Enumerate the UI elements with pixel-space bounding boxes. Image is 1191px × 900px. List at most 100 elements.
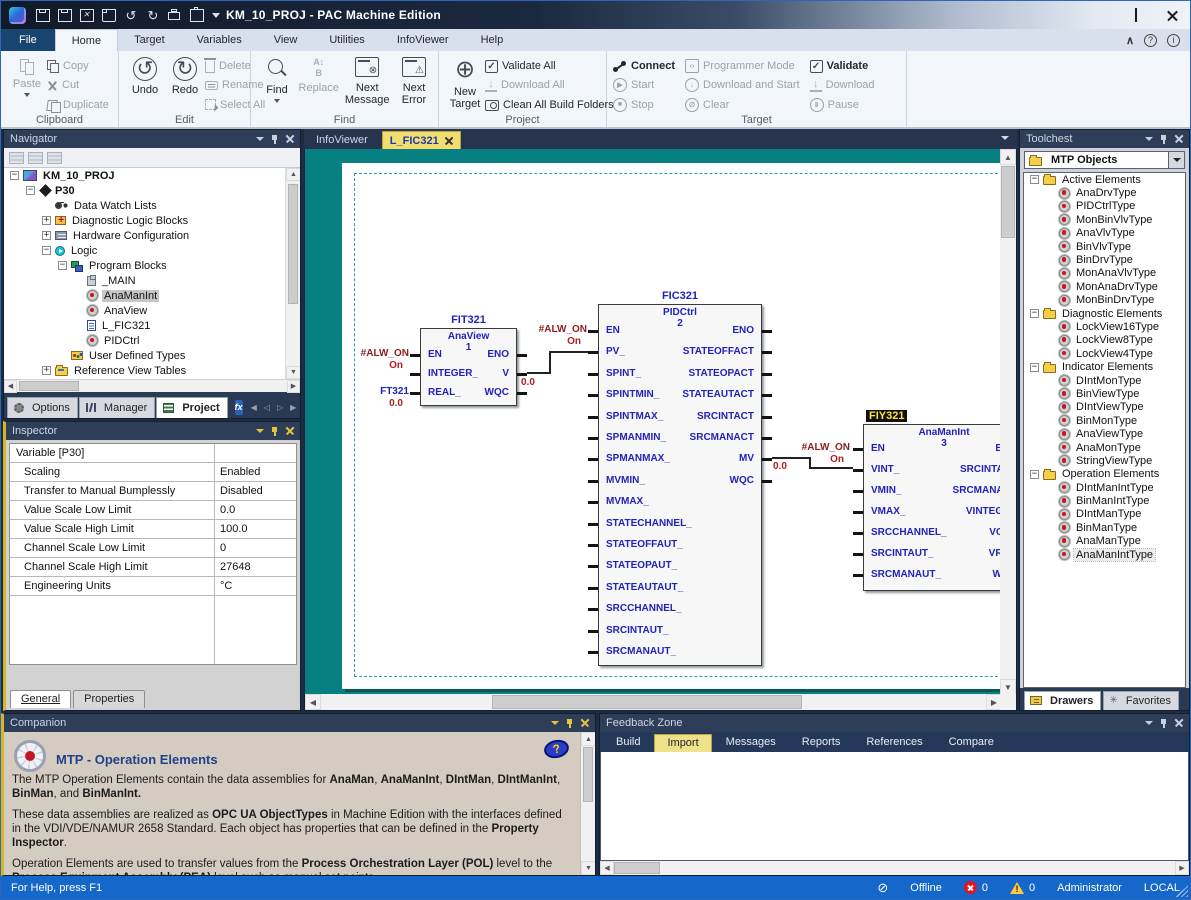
nav-prev-icon[interactable]: ◁: [264, 403, 270, 412]
tab-target[interactable]: Target: [118, 29, 181, 51]
tree-item[interactable]: − P30: [4, 183, 285, 198]
tree-item[interactable]: DIntManIntType: [1024, 481, 1185, 494]
tree-expand-toggle[interactable]: +: [42, 366, 51, 375]
nav-first-icon[interactable]: ◀: [251, 403, 257, 412]
pin-stateoffact[interactable]: STATEOFFACT: [683, 346, 773, 358]
companion-vscrollbar[interactable]: ▲ ▼: [580, 732, 595, 875]
open-project-icon[interactable]: [101, 8, 117, 23]
panel-menu-icon[interactable]: [256, 429, 264, 433]
tree-item[interactable]: BinManType: [1024, 521, 1185, 534]
pin-stateopact[interactable]: STATEOPACT: [688, 368, 772, 380]
pin-eno[interactable]: ENO: [732, 325, 772, 337]
tree-item[interactable]: DIntManType: [1024, 508, 1185, 521]
scroll-thumb[interactable]: [1001, 166, 1015, 238]
close-button[interactable]: [1154, 1, 1190, 29]
tree-expand-toggle[interactable]: +: [42, 231, 51, 240]
find-button[interactable]: Find: [257, 55, 297, 113]
tree-item[interactable]: LockView4Type: [1024, 347, 1185, 360]
pin-icon[interactable]: [271, 426, 279, 436]
tree-item[interactable]: BinVlvType: [1024, 240, 1185, 253]
collapse-ribbon-icon[interactable]: ∧: [1126, 34, 1134, 47]
feedback-tab-build[interactable]: Build: [604, 734, 652, 752]
fiy321-block[interactable]: AnaManInt 3 EN VINT_ VMIN_ VMAX_ SRCCHANNEL_ SR…: [852, 424, 1016, 591]
tree-item[interactable]: BinManIntType: [1024, 494, 1185, 507]
pin-srcintact[interactable]: SRCINTACT: [697, 411, 773, 423]
nav-next-icon[interactable]: ▷: [277, 403, 283, 412]
cut-button[interactable]: Cut: [47, 77, 109, 93]
tree-item[interactable]: MonBinVlvType: [1024, 213, 1185, 226]
tab-favorites[interactable]: ✳ Favorites: [1103, 691, 1180, 710]
panel-menu-icon[interactable]: [1145, 137, 1153, 141]
pin-srcintaut_[interactable]: SRCINTAUT_: [588, 625, 669, 637]
tree-item[interactable]: − KM_10_PROJ: [4, 168, 285, 183]
tree-item[interactable]: L_FIC321: [4, 318, 285, 333]
tree-item[interactable]: − Diagnostic Elements: [1024, 307, 1185, 320]
scroll-thumb[interactable]: [614, 862, 660, 874]
pin-srcmanaut_[interactable]: SRCMANAUT_: [588, 646, 676, 658]
tree-item[interactable]: AnaManInt: [4, 288, 285, 303]
download-all-button[interactable]: ↓ Download All: [485, 77, 614, 93]
duplicate-button[interactable]: Duplicate: [47, 97, 109, 113]
save-as-icon[interactable]: [57, 8, 73, 23]
copy-button[interactable]: Copy: [47, 58, 109, 74]
print-icon[interactable]: [167, 8, 183, 23]
pin-stateautact[interactable]: STATEAUTACT: [682, 389, 772, 401]
feedback-tab-messages[interactable]: Messages: [714, 734, 788, 752]
pin-vmax_[interactable]: VMAX_: [852, 506, 905, 518]
editor-hscrollbar[interactable]: ◀ ▶: [305, 694, 1002, 710]
panel-menu-icon[interactable]: [256, 137, 264, 141]
nav-last-icon[interactable]: ▶: [290, 403, 296, 412]
scroll-down-icon[interactable]: ▼: [581, 861, 595, 875]
tree-item[interactable]: MonAnaDrvType: [1024, 280, 1185, 293]
property-value[interactable]: °C: [215, 577, 296, 595]
inspector-row[interactable]: Channel Scale Low Limit 0: [10, 539, 296, 558]
tree-item[interactable]: LockView16Type: [1024, 320, 1185, 333]
pin-mvmax_[interactable]: MVMAX_: [588, 496, 649, 508]
scroll-thumb[interactable]: [583, 747, 593, 802]
tree-item[interactable]: _MAIN: [4, 273, 285, 288]
scroll-thumb[interactable]: [288, 184, 298, 304]
property-value[interactable]: 0.0: [215, 501, 296, 519]
pin-srcmanaut_[interactable]: SRCMANAUT_: [853, 569, 941, 581]
tree-item[interactable]: LockView8Type: [1024, 334, 1185, 347]
infoviewer-title[interactable]: InfoViewer: [304, 134, 382, 149]
pin-icon[interactable]: [1160, 718, 1168, 728]
tree-item[interactable]: PIDCtrl: [4, 333, 285, 348]
pin-spint_[interactable]: SPINT_: [587, 368, 641, 380]
tab-variables[interactable]: Variables: [181, 29, 258, 51]
info-icon[interactable]: i: [1167, 33, 1180, 47]
tree-expand-toggle[interactable]: −: [26, 186, 35, 195]
feedback-tab-import[interactable]: Import: [654, 734, 712, 752]
inspector-row[interactable]: Value Scale Low Limit 0.0: [10, 501, 296, 520]
tree-expand-toggle[interactable]: −: [58, 261, 67, 270]
tab-home[interactable]: Home: [54, 29, 119, 51]
inspector-row[interactable]: Value Scale High Limit 100.0: [10, 520, 296, 539]
tree-item[interactable]: User Defined Types: [4, 348, 285, 363]
scroll-up-icon[interactable]: ▲: [581, 732, 595, 746]
tab-view[interactable]: View: [258, 29, 314, 51]
save-icon[interactable]: [35, 8, 51, 23]
tree-item[interactable]: − Indicator Elements: [1024, 360, 1185, 373]
pin-stateautaut_[interactable]: STATEAUTAUT_: [587, 582, 683, 594]
redo-button[interactable]: ↻ Redo: [165, 55, 205, 113]
pin-srcchannel_[interactable]: SRCCHANNEL_: [853, 527, 947, 539]
validate-all-button[interactable]: ✓ Validate All: [485, 58, 614, 74]
pin-spintmin_[interactable]: SPINTMIN_: [587, 389, 659, 401]
property-value[interactable]: 100.0: [215, 520, 296, 538]
inspector-row[interactable]: Transfer to Manual Bumplessly Disabled: [10, 482, 296, 501]
combo-dropdown-icon[interactable]: [1168, 152, 1184, 168]
tab-file[interactable]: File: [1, 29, 55, 51]
scroll-left-icon[interactable]: ◀: [600, 861, 614, 875]
inspector-row[interactable]: Channel Scale High Limit 27648: [10, 558, 296, 577]
tree-item[interactable]: DIntViewType: [1024, 401, 1185, 414]
pin-icon[interactable]: [566, 718, 574, 728]
tree-item[interactable]: + Hardware Configuration: [4, 228, 285, 243]
scroll-thumb[interactable]: [492, 695, 802, 709]
pin-wqc[interactable]: WQC: [730, 475, 773, 487]
pin-icon[interactable]: [1160, 134, 1168, 144]
tree-expand-toggle[interactable]: −: [1030, 362, 1039, 372]
pin-mv[interactable]: MV: [739, 453, 772, 465]
stop-button[interactable]: ■ Stop: [613, 97, 675, 113]
pin-icon[interactable]: [271, 134, 279, 144]
tree-expand-toggle[interactable]: +: [42, 216, 51, 225]
